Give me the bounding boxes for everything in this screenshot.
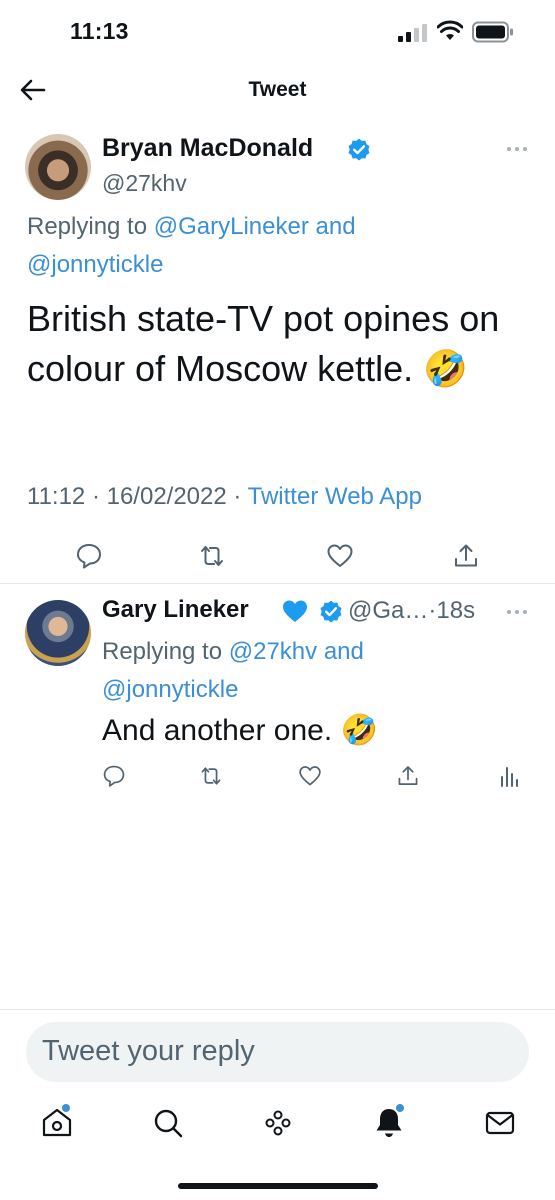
author-handle-and-age: @Ga…·18s [348,597,475,625]
verified-badge-icon [320,600,342,623]
meta-separator: · [226,483,248,510]
tweet-source[interactable]: Twitter Web App [248,483,422,510]
replying-and[interactable]: and [317,638,364,665]
messages-icon[interactable] [483,1106,517,1140]
verified-badge-icon [348,138,370,161]
like-icon[interactable] [326,542,354,570]
more-options-icon[interactable] [506,146,528,152]
page-title: Tweet [248,78,307,101]
divider [0,583,555,584]
replying-to: Replying to @27khv and @jonnytickle [102,633,542,709]
author-name[interactable]: Bryan MacDonald [102,134,313,163]
avatar[interactable] [25,600,91,666]
reply-icon[interactable] [75,542,103,570]
tweet-meta: 11:12 · 16/02/2022 · Twitter Web App [27,483,422,511]
more-options-icon[interactable] [506,609,528,615]
home-indicator[interactable] [178,1183,378,1189]
divider [0,1009,555,1010]
mention-link[interactable]: @27khv [229,638,317,665]
analytics-icon[interactable] [497,764,521,788]
like-icon[interactable] [298,764,322,788]
tweet-time: 11:12 [27,483,86,510]
mention-link[interactable]: @jonnytickle [102,676,238,703]
replying-to: Replying to @GaryLineker and @jonnytickle [27,208,527,284]
status-time: 11:13 [70,18,129,44]
mention-link[interactable]: @jonnytickle [27,251,163,278]
replying-prefix: Replying to [102,638,229,665]
spaces-icon[interactable] [261,1106,295,1140]
mention-link[interactable]: @GaryLineker [154,213,309,240]
cellular-signal-icon [398,24,427,42]
author-handle[interactable]: @27khv [102,170,187,197]
tweet-text: British state-TV pot opines on colour of… [27,298,500,389]
tweet-text: And another one. 🤣 [102,714,378,747]
retweet-icon[interactable] [198,542,226,570]
reply-icon[interactable] [102,764,126,788]
reply-placeholder[interactable]: Tweet your reply [42,1035,255,1068]
author-handle[interactable]: @Ga… [348,597,428,624]
home-notification-dot [62,1104,70,1112]
wifi-icon [437,20,463,40]
battery-icon [472,21,513,43]
home-icon[interactable] [40,1106,74,1140]
notifications-dot [396,1104,404,1112]
meta-separator: · [85,483,107,510]
tweet-date: 16/02/2022 [106,483,227,510]
search-icon[interactable] [151,1106,185,1140]
blue-heart-icon [283,600,307,622]
author-name[interactable]: Gary Lineker [102,596,249,624]
replying-prefix: Replying to [27,213,154,240]
share-icon[interactable] [396,764,420,788]
share-icon[interactable] [452,542,480,570]
retweet-icon[interactable] [199,764,223,788]
replying-and[interactable]: and [309,213,356,240]
avatar[interactable] [25,134,91,200]
tweet-age: ·18s [428,597,476,624]
